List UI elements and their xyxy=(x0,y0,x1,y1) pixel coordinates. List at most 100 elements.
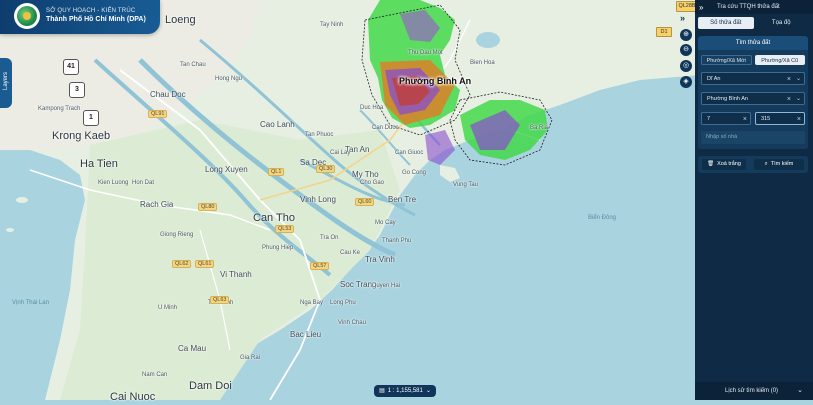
panel-title-bar: » Tra cứu TTQH thửa đất xyxy=(695,0,813,14)
map-label: Hon Dat xyxy=(132,180,155,186)
clear-button[interactable]: 🗑 Xoá trắng xyxy=(702,159,746,170)
map-label: Thanh Phu xyxy=(382,238,412,244)
map-label: Long Phu xyxy=(330,300,356,306)
map-label: My Tho xyxy=(352,170,379,179)
map-label: Kampong Trach xyxy=(38,106,81,112)
map-label: Cau Ke xyxy=(340,250,361,256)
map-canvas[interactable]: Loeng Krong Kaeb Ha Tien Can Tho Dam Doi… xyxy=(0,0,813,403)
road-label: QL1 xyxy=(268,168,285,176)
double-chevron-right-icon[interactable]: » xyxy=(680,13,685,23)
clear-button-label: Xoá trắng xyxy=(717,161,741,167)
map-label: Tra On xyxy=(320,235,339,241)
layers-tab[interactable]: Layers xyxy=(0,58,12,108)
clear-icon[interactable]: × xyxy=(797,113,801,126)
map-label: Duc Hoa xyxy=(360,105,384,111)
map-label: Chau Doc xyxy=(150,90,186,99)
map-label-can-tho: Can Tho xyxy=(253,212,295,224)
map-label: Duyen Hai xyxy=(372,283,401,289)
search-icon: ⌕ xyxy=(764,161,768,167)
parcel-search-panel: » Tra cứu TTQH thửa đất Số thửa đất Tọa … xyxy=(695,0,813,400)
app-header: SỞ QUY HOẠCH - KIẾN TRÚC Thành Phố Hồ Ch… xyxy=(0,0,160,34)
search-button[interactable]: ⌕ Tìm kiếm xyxy=(754,159,804,170)
chevron-down-icon[interactable]: ⌄ xyxy=(796,73,801,86)
map-label: Vinh Chau xyxy=(338,320,366,326)
map-label-ha-tien: Ha Tien xyxy=(80,158,118,170)
map-label: Tan Phuoc xyxy=(305,132,334,138)
house-number-input[interactable]: Nhập số nhà xyxy=(701,131,805,144)
search-mode-tabs: Số thửa đất Tọa độ xyxy=(698,17,809,29)
map-label: Phung Hiep xyxy=(262,245,294,251)
map-label: Gia Rai xyxy=(240,355,261,361)
clear-icon[interactable]: × xyxy=(743,113,747,126)
sea-label: Vịnh Thái Lan xyxy=(12,300,49,306)
district-value: Dĩ An xyxy=(707,76,721,82)
map-label: U Minh xyxy=(158,305,178,311)
find-parcel-form: Tìm thửa đất Phường/Xã Mới Phường/Xã Cũ … xyxy=(698,36,808,149)
zoom-in-icon[interactable]: ⊕ xyxy=(680,29,692,41)
search-history-toggle[interactable]: Lịch sử tìm kiếm (0) ⌄ xyxy=(695,382,813,400)
layers-tab-label: Layers xyxy=(3,72,9,91)
map-sheet-input[interactable]: 7 × xyxy=(701,112,751,125)
map-label: Long Xuyen xyxy=(205,165,248,174)
layers-icon[interactable]: ◈ xyxy=(680,76,692,88)
ward-type-toggle: Phường/Xã Mới Phường/Xã Cũ xyxy=(701,55,805,65)
road-label: QL57 xyxy=(310,262,330,270)
search-button-label: Tìm kiếm xyxy=(770,161,794,167)
dpa-logo[interactable] xyxy=(14,3,40,29)
zoom-out-icon[interactable]: ⊖ xyxy=(680,44,692,56)
chevron-down-icon: ⌄ xyxy=(797,387,803,394)
road-label: QL91 xyxy=(148,110,168,118)
map-label: Soc Trang xyxy=(340,280,377,289)
tab-parcel-number[interactable]: Số thửa đất xyxy=(698,17,754,29)
map-label: Kien Luong xyxy=(98,180,129,186)
map-label: Ca Mau xyxy=(178,344,207,353)
map-label: Bien Hoa xyxy=(470,60,495,66)
parcel-number-input[interactable]: 315 × xyxy=(755,112,805,125)
map-label: Go Cong xyxy=(402,170,427,176)
org-subtitle: SỞ QUY HOẠCH - KIẾN TRÚC xyxy=(46,8,136,14)
tab-coordinates[interactable]: Tọa độ xyxy=(754,17,810,29)
scale-selector[interactable]: ▤ 1 : 1,155,581 ⌄ xyxy=(374,385,436,397)
map-label: Ben Tre xyxy=(388,195,417,204)
chevron-down-icon: ⌄ xyxy=(425,388,431,394)
map-label: Vinh Long xyxy=(300,195,336,204)
highway-shield: 1 xyxy=(83,110,99,126)
locate-icon[interactable]: ◎ xyxy=(680,60,692,72)
ward-option-new[interactable]: Phường/Xã Mới xyxy=(701,55,752,65)
road-label: QL30 xyxy=(316,165,336,173)
road-label: QL61 xyxy=(195,260,215,268)
clear-icon[interactable]: × xyxy=(787,93,791,106)
ward-value: Phường Bình An xyxy=(707,96,748,102)
map-label: Nga Bay xyxy=(300,300,324,306)
map-label: Giong Rieng xyxy=(160,232,194,238)
map-label: Mo Cay xyxy=(375,220,396,226)
district-select[interactable]: Dĩ An × ⌄ xyxy=(701,72,805,85)
highway-shield: 3 xyxy=(69,82,85,98)
panel-collapse-icon[interactable]: » xyxy=(699,3,709,12)
map-label-loeng: Loeng xyxy=(165,14,196,26)
chevron-down-icon[interactable]: ⌄ xyxy=(796,93,801,106)
map-label: Vung Tau xyxy=(453,182,479,188)
form-title: Tìm thửa đất xyxy=(698,36,808,50)
map-label: Can Duoc xyxy=(372,125,399,131)
ward-select[interactable]: Phường Bình An × ⌄ xyxy=(701,92,805,105)
map-label: Ba Ria xyxy=(530,125,549,131)
road-label: QL53 xyxy=(275,225,295,233)
map-label: Cho Gao xyxy=(360,180,385,186)
map-label: Hong Ngu xyxy=(215,76,243,82)
road-label: QL80 xyxy=(198,203,218,211)
map-label: Vi Thanh xyxy=(220,270,252,279)
map-label-dam-doi: Dam Doi xyxy=(189,380,232,392)
map-sheet-value: 7 xyxy=(707,116,711,122)
map-label-cai-nuoc: Cai Nuoc xyxy=(110,391,156,403)
highway-shield: 41 xyxy=(63,59,79,75)
map-label: Nam Can xyxy=(142,372,168,378)
sea-label: Biển Đông xyxy=(588,215,617,221)
map-label: Rach Gia xyxy=(140,200,174,209)
form-actions: 🗑 Xoá trắng ⌕ Tìm kiếm xyxy=(698,156,808,173)
road-badge-d01: D1 xyxy=(656,27,672,37)
ruler-icon: ▤ xyxy=(379,388,385,394)
clear-icon[interactable]: × xyxy=(787,73,791,86)
ward-option-old[interactable]: Phường/Xã Cũ xyxy=(754,55,805,65)
map-label: Tra Vinh xyxy=(365,255,395,264)
